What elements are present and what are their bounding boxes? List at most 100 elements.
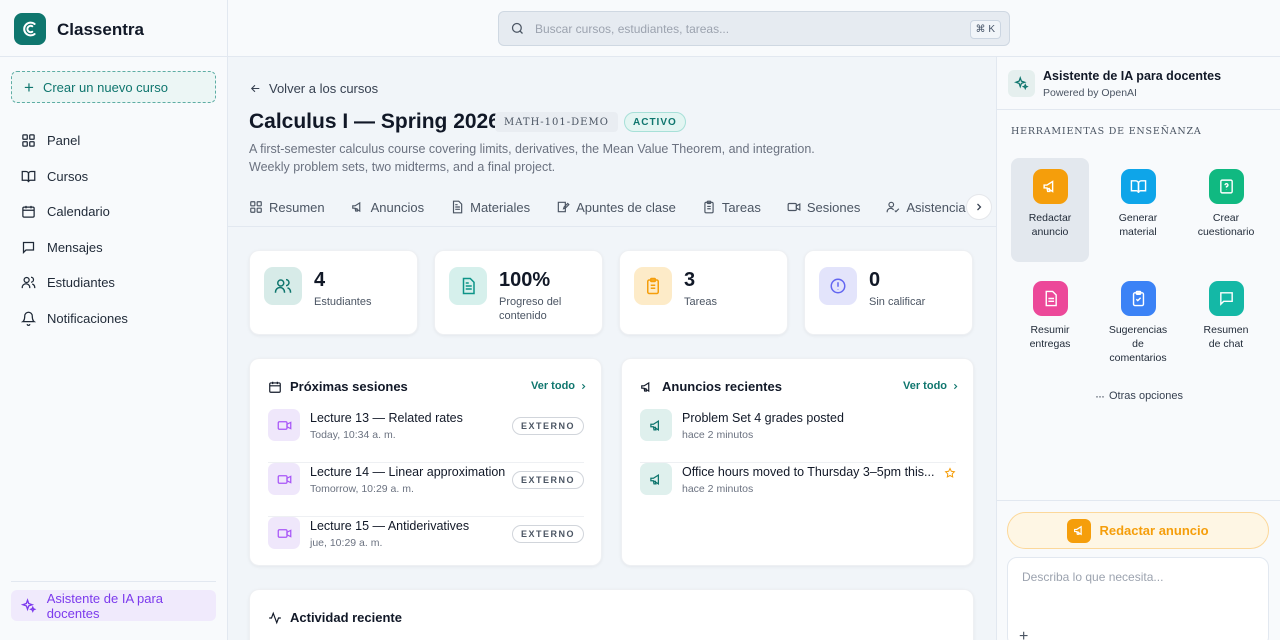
sidebar-item-calendar[interactable]: Calendario	[11, 195, 216, 227]
list-item[interactable]: Lecture 15 — Antiderivatives jue, 10:29 …	[268, 517, 584, 571]
activity-icon	[269, 611, 281, 624]
divider	[997, 109, 1280, 110]
more-label: Otras opciones	[1109, 390, 1183, 402]
tab-attendance[interactable]: Asistencia	[886, 194, 966, 220]
course-code-badge: MATH-101-DEMO	[495, 112, 618, 132]
stat-card-ungraded: 0 Sin calificar	[804, 250, 973, 335]
tool-create-quiz[interactable]: Crear cuestionario	[1187, 158, 1265, 262]
sidebar-item-notifications[interactable]: Notificaciones	[11, 302, 216, 334]
video-icon	[268, 409, 300, 441]
sidebar-item-messages[interactable]: Mensajes	[11, 231, 216, 263]
session-badge: EXTERNO	[511, 417, 584, 435]
tabs-scroll-right-button[interactable]	[966, 194, 992, 220]
grid-icon	[22, 133, 35, 147]
tool-label: Redactar anuncio	[1028, 212, 1072, 238]
sidebar-item-label: Mensajes	[47, 239, 103, 255]
session-time: jue, 10:29 a. m.	[310, 537, 383, 549]
back-link[interactable]: Volver a los cursos	[249, 81, 378, 96]
tool-feedback-suggestions[interactable]: Sugerencias de comentarios	[1099, 270, 1177, 374]
tool-label: Sugerencias de comentarios	[1108, 324, 1168, 364]
session-time: Today, 10:34 a. m.	[310, 429, 396, 441]
chevron-right-icon	[977, 203, 982, 211]
recent-announcements-card: Anuncios recientes Ver todo Problem Set …	[621, 358, 974, 566]
arrow-left-icon	[250, 84, 260, 93]
chat-icon	[1208, 281, 1244, 316]
course-description: A first-semester calculus course coverin…	[249, 142, 815, 174]
upcoming-sessions-card: Próximas sesiones Ver todo Lecture 13 — …	[249, 358, 602, 566]
sidebar-item-label: Cursos	[47, 168, 89, 184]
megaphone-icon	[1067, 518, 1092, 543]
sidebar-item-panel[interactable]: Panel	[11, 124, 216, 156]
more-icon: ···	[1095, 389, 1105, 403]
sidebar-item-label: Panel	[47, 132, 81, 148]
announcement-time: hace 2 minutos	[682, 483, 754, 495]
divider	[0, 56, 228, 57]
tab-announcements[interactable]: Anuncios	[351, 194, 424, 220]
quiz-icon	[1208, 169, 1244, 204]
tab-materials[interactable]: Materiales	[450, 194, 530, 220]
section-heading: HERRAMIENTAS DE ENSEÑANZA	[1011, 126, 1202, 137]
notes-icon	[557, 201, 570, 213]
session-time: Tomorrow, 10:29 a. m.	[310, 483, 414, 495]
megaphone-icon	[640, 409, 672, 441]
see-all-sessions-link[interactable]: Ver todo	[531, 380, 588, 392]
list-item[interactable]: Lecture 14 — Linear approximation Tomorr…	[268, 463, 584, 517]
app-logo[interactable]	[14, 13, 46, 45]
active-tool-label: Redactar anuncio	[1099, 523, 1209, 538]
prompt-input[interactable]	[1022, 570, 1252, 610]
tool-draft-announcement[interactable]: Redactar anuncio	[1011, 158, 1089, 262]
clipboard-icon	[704, 200, 714, 214]
divider	[11, 581, 216, 582]
sidebar-item-label: Asistente de IA para docentes	[46, 590, 164, 621]
card-title: Anuncios recientes	[662, 379, 782, 394]
tool-generate-material[interactable]: Generar material	[1099, 158, 1177, 262]
video-icon	[787, 202, 801, 212]
tab-sessions[interactable]: Sesiones	[787, 194, 860, 220]
sidebar-item-label: Notificaciones	[47, 310, 128, 326]
new-course-button[interactable]: + Crear un nuevo curso	[11, 71, 216, 103]
divider	[228, 226, 996, 227]
app-name: Classentra	[57, 20, 144, 39]
tool-label: Resumir entregas	[1029, 324, 1071, 350]
tool-summarize-submissions[interactable]: Resumir entregas	[1011, 270, 1089, 374]
stat-label: Sin calificar	[869, 296, 926, 308]
tool-label: Resumen de chat	[1203, 324, 1249, 350]
see-all-announcements-link[interactable]: Ver todo	[903, 380, 960, 392]
list-item[interactable]: Problem Set 4 grades posted hace 2 minut…	[640, 409, 956, 463]
grid-icon	[250, 201, 262, 213]
stat-value: 0	[869, 269, 881, 291]
see-all-label: Ver todo	[903, 380, 948, 392]
search-bar[interactable]: ⌘ K	[498, 11, 1010, 46]
card-header: Próximas sesiones	[268, 379, 408, 394]
session-badge: EXTERNO	[511, 471, 584, 489]
tab-class-notes[interactable]: Apuntes de clase	[556, 194, 676, 220]
sidebar-item-courses[interactable]: Cursos	[11, 160, 216, 192]
stat-label: Progreso del contenido	[499, 296, 562, 322]
document-icon	[449, 267, 487, 305]
panel-title: Asistente de IA para docentes	[1043, 69, 1222, 83]
more-options-button[interactable]: ··· Otras opciones	[1095, 389, 1183, 403]
recent-activity-card: Actividad reciente	[249, 589, 974, 640]
tab-assignments[interactable]: Tareas	[702, 194, 761, 220]
tool-chat-summary[interactable]: Resumen de chat	[1187, 270, 1265, 374]
session-badge: EXTERNO	[511, 525, 584, 543]
search-icon	[511, 22, 523, 34]
tab-label: Apuntes de clase	[576, 199, 676, 215]
tool-label: Crear cuestionario	[1197, 212, 1255, 238]
list-item[interactable]: Office hours moved to Thursday 3–5pm thi…	[640, 463, 956, 517]
add-attachment-button[interactable]: +	[1019, 628, 1028, 640]
tab-summary[interactable]: Resumen	[249, 194, 325, 220]
list-item[interactable]: Lecture 13 — Related rates Today, 10:34 …	[268, 409, 584, 463]
active-tool-chip[interactable]: Redactar anuncio	[1007, 512, 1269, 549]
tab-label: Sesiones	[806, 199, 861, 215]
megaphone-icon	[640, 463, 672, 495]
calendar-icon	[22, 205, 35, 218]
tab-label: Materiales	[470, 199, 531, 215]
sidebar-item-ai-assistant[interactable]: Asistente de IA para docentes	[11, 590, 216, 621]
announcement-title: Office hours moved to Thursday 3–5pm thi…	[682, 465, 935, 479]
search-input[interactable]	[535, 21, 955, 36]
stat-label: Tareas	[684, 296, 718, 308]
bell-icon	[21, 311, 36, 326]
sidebar-item-students[interactable]: Estudiantes	[11, 266, 216, 298]
clipboard-icon	[634, 267, 672, 305]
